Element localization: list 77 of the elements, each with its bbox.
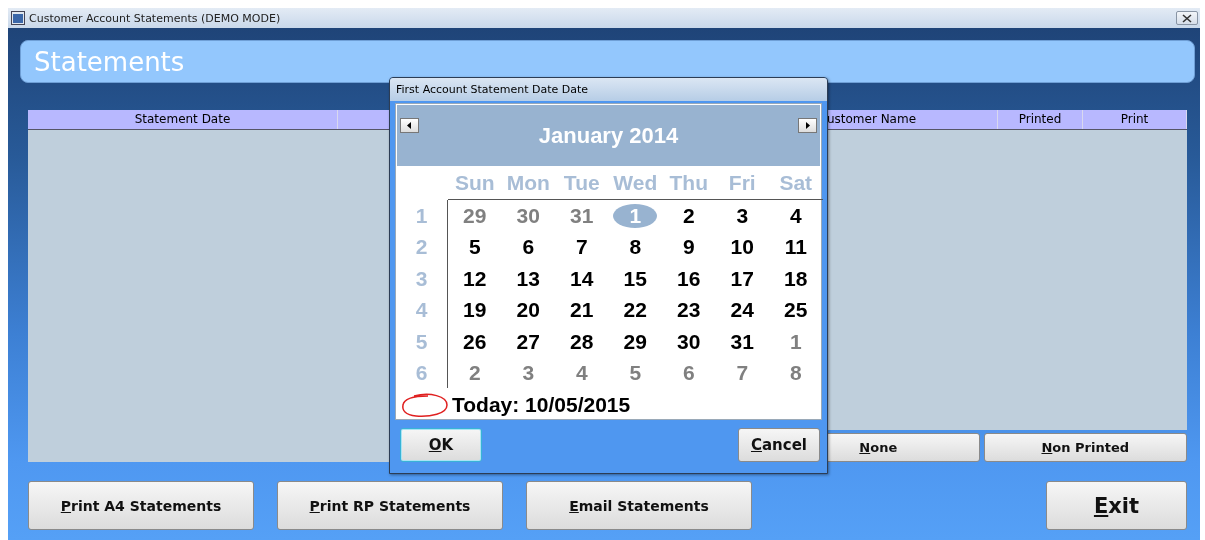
weekday-label: Thu [668, 170, 709, 196]
ok-button[interactable]: OK [400, 428, 482, 462]
calendar-day[interactable]: 6 [506, 235, 551, 260]
calendar-day[interactable]: 30 [666, 329, 711, 354]
week-number: 5 [396, 325, 448, 357]
app-icon [11, 11, 25, 25]
print-button[interactable]: Print RP Statements [277, 481, 503, 530]
column-header: Statement Date [134, 112, 231, 126]
week-number: 4 [396, 294, 448, 326]
calendar-day[interactable]: 16 [666, 266, 711, 291]
today-label: Today: 10/05/2015 [452, 393, 631, 418]
weekday-label: Sat [778, 170, 814, 196]
weekday-label: Mon [505, 170, 551, 196]
week-number: 6 [396, 356, 448, 389]
weekday-label: Tue [562, 170, 601, 196]
next-month-button[interactable] [798, 118, 817, 133]
calendar-day[interactable]: 3 [506, 360, 551, 385]
calendar-day[interactable]: 7 [720, 360, 765, 385]
week-number: 1 [396, 200, 448, 232]
calendar-day[interactable]: 8 [773, 360, 818, 385]
left-triangle-icon [407, 122, 412, 129]
page-title: Statements [34, 46, 185, 77]
calendar-day[interactable]: 5 [613, 360, 658, 385]
previous-month-button[interactable] [400, 118, 419, 133]
calendar-day[interactable]: 15 [613, 266, 658, 291]
column-header: Printed [1018, 112, 1062, 126]
exit-button[interactable]: Exit [1046, 481, 1187, 530]
calendar-day[interactable]: 29 [613, 329, 658, 354]
calendar-day[interactable]: 25 [773, 298, 818, 323]
calendar-day[interactable]: 28 [559, 329, 604, 354]
month-title: January 2014 [538, 122, 679, 149]
calendar-day[interactable]: 20 [506, 298, 551, 323]
right-triangle-icon [805, 122, 810, 129]
calendar-day[interactable]: 10 [720, 235, 765, 260]
column-header: ustomer Name [826, 112, 917, 126]
calendar-day[interactable]: 29 [452, 204, 497, 228]
calendar-day[interactable]: 7 [559, 235, 604, 260]
window-title: Customer Account Statements (DEMO MODE) [29, 11, 281, 25]
close-icon [1182, 13, 1192, 23]
calendar-day[interactable]: 13 [506, 266, 551, 291]
print-button[interactable]: Print A4 Statements [28, 481, 254, 530]
calendar-day[interactable]: 24 [720, 298, 765, 323]
calendar-day[interactable]: 22 [613, 298, 658, 323]
calendar-day[interactable]: 6 [666, 360, 711, 385]
calendar-day[interactable]: 2 [452, 360, 497, 385]
calendar-day[interactable]: 4 [773, 204, 818, 228]
calendar-day[interactable]: 30 [506, 204, 551, 228]
close-button[interactable] [1176, 11, 1198, 25]
calendar-day[interactable]: 18 [773, 266, 818, 291]
calendar-day[interactable]: 1 [773, 329, 818, 354]
calendar-day[interactable]: 23 [666, 298, 711, 323]
calendar-day[interactable]: 5 [452, 235, 497, 260]
calendar-day[interactable]: 2 [666, 204, 711, 228]
filter-button[interactable]: Non Printed [983, 433, 1187, 462]
calendar-day[interactable]: 11 [773, 235, 818, 260]
email-button[interactable]: Email Statements [526, 481, 752, 530]
calendar-day[interactable]: 9 [666, 235, 711, 260]
weekday-label: Wed [612, 170, 659, 196]
calendar-day[interactable]: 14 [559, 266, 604, 291]
calendar-day[interactable]: 31 [720, 329, 765, 354]
weekday-label: Fri [727, 170, 757, 196]
calendar-day[interactable]: 31 [559, 204, 604, 228]
calendar-day[interactable]: 17 [720, 266, 765, 291]
calendar-day[interactable]: 12 [452, 266, 497, 291]
calendar-day[interactable]: 27 [506, 329, 551, 354]
week-number: 3 [396, 262, 448, 295]
dialog-title: First Account Statement Date Date [396, 83, 589, 96]
week-number: 2 [396, 231, 448, 263]
calendar-day[interactable]: 4 [559, 360, 604, 385]
calendar-day[interactable]: 19 [452, 298, 497, 323]
weekday-label: Sun [453, 170, 496, 196]
calendar-day[interactable]: 26 [452, 329, 497, 354]
cancel-button[interactable]: Cancel [738, 428, 820, 462]
calendar-day[interactable]: 8 [613, 235, 658, 260]
calendar-day[interactable]: 3 [720, 204, 765, 228]
column-header: Print [1120, 112, 1149, 126]
calendar-day[interactable]: 21 [559, 298, 604, 323]
